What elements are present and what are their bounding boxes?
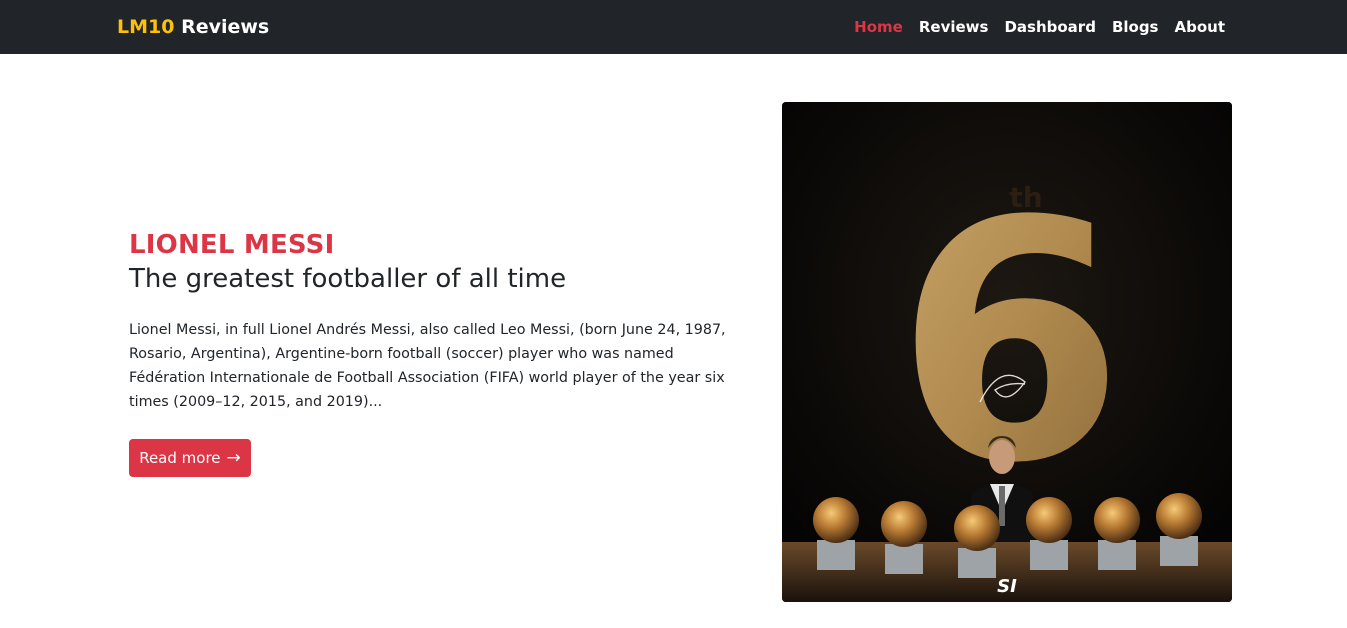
read-more-button[interactable]: Read more → [129,439,251,477]
hero-text: LIONEL MESSI The greatest footballer of … [129,229,749,414]
si-watermark: SI [997,576,1017,597]
nav-link-blogs[interactable]: Blogs [1112,15,1159,39]
trophy-4 [1026,497,1072,570]
trophy-6 [1156,493,1202,566]
hero-headline: The greatest footballer of all time [129,264,567,294]
trophy-5 [1094,497,1140,570]
arrow-right-icon: → [226,447,241,468]
trophy-2 [881,501,927,574]
trophy-1 [813,497,859,570]
nav-link-dashboard[interactable]: Dashboard [1004,15,1095,39]
trophy-3 [954,505,1000,578]
messi-ballon-dor-illustration: 6 th SI [782,102,1232,602]
brand-rest: Reviews [174,16,270,38]
number-six: 6 th [895,151,1125,535]
brand-accent: LM10 [117,16,175,38]
hero-lead: Lionel Messi, in full Lionel Andrés Mess… [129,322,726,410]
brand-logo[interactable]: LM10 Reviews [117,14,269,40]
hero-image: 6 th SI [782,102,1232,602]
read-more-label: Read more [139,449,221,467]
nav-link-about[interactable]: About [1174,15,1225,39]
hero-kicker: LIONEL MESSI [129,230,335,260]
nav-link-home[interactable]: Home [854,15,903,39]
main-nav: Home Reviews Dashboard Blogs About [854,15,1225,39]
navbar: LM10 Reviews Home Reviews Dashboard Blog… [0,0,1347,54]
svg-text:th: th [1009,181,1042,214]
nav-link-reviews[interactable]: Reviews [919,15,989,39]
